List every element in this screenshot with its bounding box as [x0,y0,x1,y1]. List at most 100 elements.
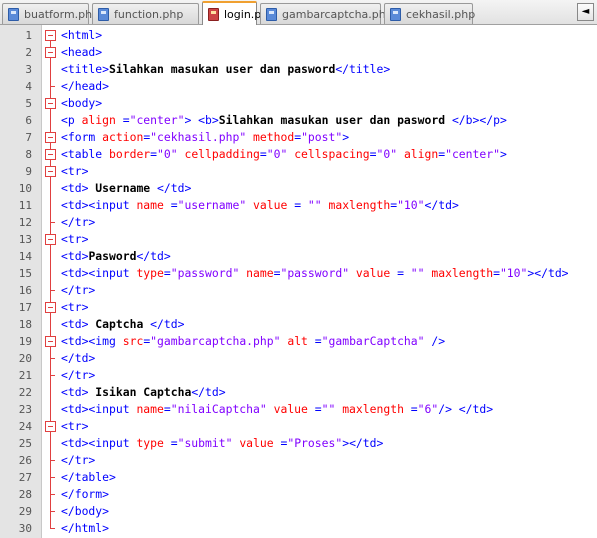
code-text: <p align ="center"> <b>Silahkan masukan … [61,112,507,129]
line-number: 22 [18,386,32,399]
code-line[interactable]: 26 </tr> [0,452,597,469]
code-line[interactable]: 25 <td><input type ="submit" value ="Pros… [0,435,597,452]
code-text: <body> [61,95,102,112]
code-text: <form action="cekhasil.php" method="post… [61,129,349,146]
code-token-txt: Silahkan masukan user dan pasword [218,113,452,127]
fold-line-marker [45,435,56,452]
tab-login-active[interactable]: login.php [202,1,275,25]
code-line[interactable]: 16 </tr> [0,282,597,299]
code-token-tag: = [493,266,500,280]
code-token-tag: </tr> [61,215,96,229]
code-line[interactable]: 7 <form action="cekhasil.php" method="pos… [0,129,597,146]
fold-collapse-icon[interactable] [45,333,56,350]
code-token-attr: type [136,436,171,450]
code-token-tag: <td><input [61,266,137,280]
code-token-attr: cellpadding [184,147,260,161]
code-line[interactable]: 18 <td> Captcha </td> [0,316,597,333]
fold-collapse-icon[interactable] [45,44,56,61]
line-number: 10 [18,182,32,195]
line-number: 8 [25,148,32,161]
code-text: <td><input name ="username" value = "" m… [61,197,459,214]
fold-collapse-icon[interactable] [45,27,56,44]
code-line[interactable]: 6 <p align ="center"> <b>Silahkan masukan… [0,112,597,129]
code-token-tag: </table> [61,470,116,484]
fold-collapse-icon[interactable] [45,163,56,180]
code-line[interactable]: 13 <tr> [0,231,597,248]
fold-collapse-icon[interactable] [45,299,56,316]
code-token-tag: <td><input [61,402,137,416]
code-line[interactable]: 9 <tr> [0,163,597,180]
code-line[interactable]: 19 <td><img src="gambarcaptcha.php" alt =… [0,333,597,350]
code-line[interactable]: 2 <head> [0,44,597,61]
line-number: 12 [18,216,32,229]
code-token-val: "password" [170,266,240,280]
scroll-tabs-left-button[interactable]: ◄ [577,3,594,21]
php-file-icon [266,7,277,21]
code-token-val: "gambarcaptcha.php" [150,334,281,348]
tab-gambarcaptcha[interactable]: gambarcaptcha.php [260,3,393,24]
code-line[interactable]: 1 <html> [0,27,597,44]
code-line[interactable]: 22 <td> Isikan Captcha</td> [0,384,597,401]
code-token-tag: </head> [61,79,110,93]
code-text: <tr> [61,418,88,435]
code-text: <table border="0" cellpadding="0" cellsp… [61,146,507,163]
code-line[interactable]: 20 </td> [0,350,597,367]
line-number: 28 [18,488,32,501]
code-text: <tr> [61,231,88,248]
code-token-tag: = [163,402,171,416]
code-line[interactable]: 5 <body> [0,95,597,112]
code-token-tag: = [314,334,322,348]
code-line[interactable]: 14 <td>Pasword</td> [0,248,597,265]
line-number: 23 [18,403,32,416]
code-token-tag: </td> [136,249,171,263]
code-token-attr: cellspacing [294,147,370,161]
code-token-val: "center" [445,147,500,161]
code-line[interactable]: 28 </form> [0,486,597,503]
code-line[interactable]: 4 </head> [0,78,597,95]
code-token-tag: <body> [61,96,103,110]
code-token-tag: </td> [157,181,192,195]
code-token-tag: = [397,266,411,280]
code-line[interactable]: 30 </html> [0,520,597,537]
line-number: 1 [25,29,32,42]
tab-cekhasil[interactable]: cekhasil.php [384,3,475,24]
tab-buatform[interactable]: buatform.php [2,3,99,24]
code-line[interactable]: 17 <tr> [0,299,597,316]
code-line[interactable]: 8 <table border="0" cellpadding="0" cells… [0,146,597,163]
tab-function[interactable]: function.php [92,3,199,24]
tab-label: gambarcaptcha.php [282,7,393,21]
code-line[interactable]: 12 </tr> [0,214,597,231]
code-line[interactable]: 11 <td><input name ="username" value = ""… [0,197,597,214]
code-editor[interactable]: 1 <html> 2 <head> 3 <title>Silahkan masukan u… [0,25,597,538]
code-token-val: "6" [417,402,439,416]
fold-collapse-icon[interactable] [45,146,56,163]
fold-collapse-icon[interactable] [45,95,56,112]
php-file-modified-icon [208,7,219,21]
fold-collapse-icon[interactable] [45,129,56,146]
code-token-tag [267,402,274,416]
code-line[interactable]: 3 <title>Silahkan masukan user dan paswor… [0,61,597,78]
code-token-tag: = [170,436,178,450]
line-number: 4 [25,80,32,93]
code-text: <td> Captcha </td> [61,316,184,333]
code-line[interactable]: 27 </table> [0,469,597,486]
code-text: </tr> [61,214,95,231]
code-token-attr: value [253,198,295,212]
code-line[interactable]: 24 <tr> [0,418,597,435]
code-token-tag: </td> [61,351,96,365]
line-number: 14 [18,250,32,263]
code-line[interactable]: 15 <td><input type="password" name="passw… [0,265,597,282]
code-line[interactable]: 23 <td><input name="nilaiCaptcha" value =… [0,401,597,418]
code-token-val: "0" [376,147,398,161]
code-token-attr: name [246,266,274,280]
code-token-attr: value [273,402,315,416]
fold-collapse-icon[interactable] [45,418,56,435]
code-line[interactable]: 21 </tr> [0,367,597,384]
code-line[interactable]: 29 </body> [0,503,597,520]
fold-collapse-icon[interactable] [45,231,56,248]
code-line[interactable]: 10 <td> Username </td> [0,180,597,197]
code-token-tag: ></td> [527,266,569,280]
code-token-tag: </td> [424,198,459,212]
code-token-tag [246,198,253,212]
code-token-tag: <td> [61,249,89,263]
